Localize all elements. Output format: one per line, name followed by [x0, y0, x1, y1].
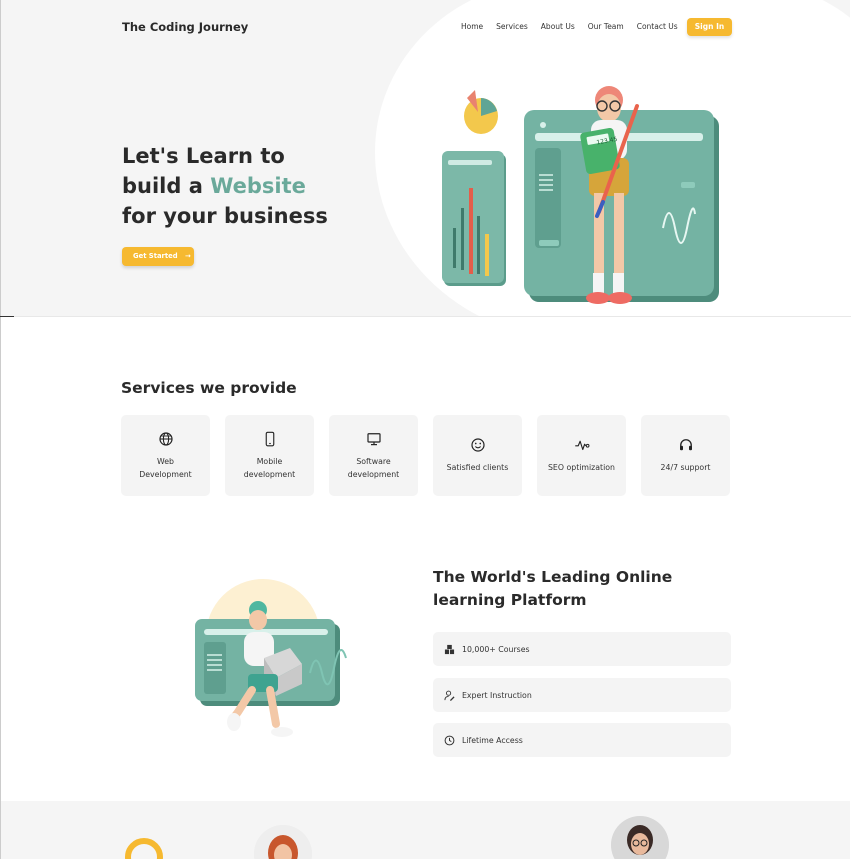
clock-icon: [444, 735, 455, 745]
nav-home[interactable]: Home: [461, 22, 483, 32]
service-card-satisfied-clients[interactable]: Satisfied clients: [433, 415, 522, 496]
avatar: [254, 825, 312, 859]
services-title: Services we provide: [121, 379, 297, 397]
feature-label: 10,000+ Courses: [462, 644, 530, 654]
avatar: [611, 816, 669, 859]
feature-label: Lifetime Access: [462, 735, 523, 745]
feature-lifetime-access: Lifetime Access: [433, 723, 731, 757]
hero-section: The Coding Journey Home Services About U…: [1, 0, 850, 316]
headline-line-2-prefix: build a: [122, 174, 211, 198]
globe-icon: [158, 432, 173, 446]
smile-icon: [470, 438, 485, 452]
service-label: Satisfied clients: [446, 463, 509, 473]
service-label: SEO optimization: [547, 463, 615, 473]
feature-label: Expert Instruction: [462, 690, 532, 700]
nav-contact-us[interactable]: Contact Us: [637, 22, 678, 32]
feature-expert-instruction: Expert Instruction: [433, 678, 731, 712]
platform-title: The World's Leading Online learning Plat…: [433, 568, 673, 609]
headline-line-1: Let's Learn to: [122, 144, 285, 168]
service-card-software-development[interactable]: Software development: [329, 415, 418, 496]
boxes-icon: [444, 644, 455, 654]
sign-in-button[interactable]: Sign In: [687, 18, 732, 36]
section-divider: [0, 316, 851, 317]
monitor-icon: [366, 433, 381, 446]
nav-services[interactable]: Services: [496, 22, 528, 32]
bar-chart-panel: [442, 151, 506, 286]
nav-our-team[interactable]: Our Team: [588, 22, 624, 32]
platform-illustration: [195, 601, 347, 737]
service-label: Software development: [347, 457, 400, 479]
service-label: Web Development: [139, 457, 192, 479]
brand-logo[interactable]: The Coding Journey: [122, 20, 248, 34]
main-nav: Home Services About Us Our Team Contact …: [461, 22, 691, 32]
headset-icon: [679, 439, 692, 451]
service-card-mobile-development[interactable]: Mobile development: [225, 415, 314, 496]
get-started-label: Get Started: [133, 252, 178, 260]
get-started-button[interactable]: Get Started →: [122, 247, 194, 266]
decorative-ring: [125, 838, 163, 859]
hero-illustration: 123.45: [442, 86, 719, 304]
edge-mark: [0, 316, 14, 317]
user-edit-icon: [444, 690, 455, 701]
service-label: Mobile development: [243, 457, 296, 479]
pulse-icon: [574, 440, 589, 451]
nav-about-us[interactable]: About Us: [541, 22, 575, 32]
service-card-web-development[interactable]: Web Development: [121, 415, 210, 496]
service-card-support[interactable]: 24/7 support: [641, 415, 730, 496]
arrow-right-icon: →: [185, 252, 191, 260]
team-section: [1, 801, 850, 859]
headline-line-3: for your business: [122, 204, 328, 228]
service-card-seo-optimization[interactable]: SEO optimization: [537, 415, 626, 496]
services-grid: Web Development Mobile development Softw…: [121, 415, 730, 496]
headline-highlight: Website: [210, 174, 306, 198]
service-label: 24/7 support: [660, 463, 711, 473]
mobile-icon: [265, 431, 274, 447]
hero-headline: Let's Learn to build a Website for your …: [122, 141, 328, 231]
feature-courses: 10,000+ Courses: [433, 632, 731, 666]
pie-chart-icon: [464, 90, 498, 134]
